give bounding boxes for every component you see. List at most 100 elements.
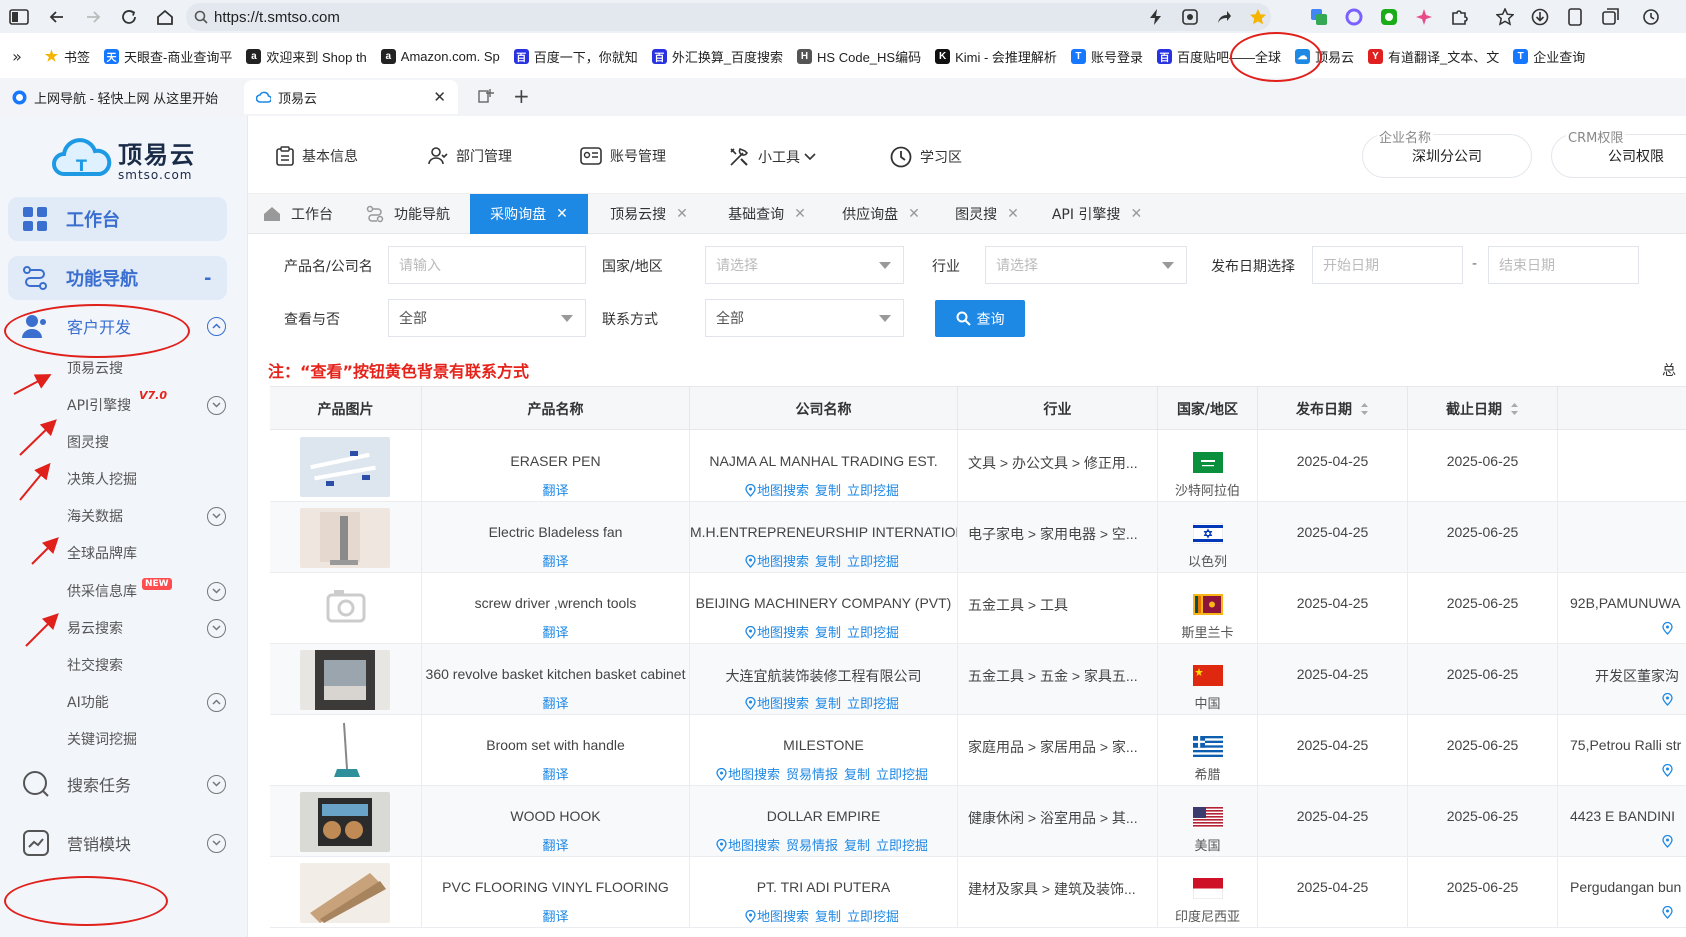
copy-link[interactable]: 复制 [815, 697, 841, 712]
browser-tab-smtso[interactable]: 顶易云 ✕ [244, 80, 458, 114]
crm-permission-box[interactable]: CRM权限 公司权限 [1551, 127, 1686, 178]
workbench-button[interactable]: 工作台 [8, 197, 227, 241]
bookmark-item[interactable]: 百外汇换算_百度搜索 [651, 44, 783, 68]
mine-link[interactable]: 立即挖掘 [847, 910, 899, 925]
page-tab[interactable]: 图灵搜 ✕ [938, 194, 1036, 234]
puzzle-icon[interactable] [1447, 5, 1471, 29]
close-icon[interactable]: ✕ [1007, 206, 1019, 222]
mine-link[interactable]: 立即挖掘 [847, 697, 899, 712]
section-customer-dev[interactable]: 客户开发 [0, 306, 248, 346]
chat-ext-icon[interactable] [1377, 5, 1401, 29]
product-image[interactable] [300, 792, 390, 852]
browser-tab-nav[interactable]: 上网导航 - 轻快上网 从这里开始 [0, 80, 242, 114]
tabs-icon[interactable] [1599, 5, 1623, 29]
column-header[interactable]: 截止日期 [1408, 387, 1558, 431]
industry-select[interactable]: 请选择 [985, 246, 1187, 284]
share-icon[interactable] [1212, 5, 1236, 29]
sidebar-item[interactable]: 关键词挖掘 [0, 724, 248, 754]
map-search-link[interactable]: 地图搜索 [757, 484, 809, 499]
history-icon[interactable] [1640, 5, 1664, 29]
split-view-icon[interactable] [478, 88, 494, 104]
product-image[interactable] [300, 863, 390, 923]
topnav-tools[interactable]: 小工具 [728, 146, 816, 168]
query-button[interactable]: 查询 [935, 300, 1025, 337]
collapse-toggle[interactable]: - [204, 268, 211, 289]
sidebar-item-search-tasks[interactable]: 搜索任务 [0, 764, 248, 804]
location-pin-icon[interactable] [1662, 622, 1673, 635]
translate-link[interactable]: 翻译 [542, 910, 568, 925]
location-pin-icon[interactable] [1662, 693, 1673, 706]
bookmark-item[interactable]: Y 有道翻译_文本、文 [1367, 44, 1499, 68]
translate-ext-icon[interactable] [1307, 5, 1331, 29]
location-pin-icon[interactable] [1662, 835, 1673, 848]
bookmark-item[interactable]: ☁ 顶易云 [1294, 44, 1354, 68]
translate-link[interactable]: 翻译 [542, 555, 568, 570]
sidebar-item[interactable]: AI功能 [0, 687, 248, 717]
country-select[interactable]: 请选择 [705, 246, 904, 284]
bookmark-item[interactable]: T 企业查询 [1513, 44, 1585, 68]
location-pin-icon[interactable] [1662, 764, 1673, 777]
bookmark-item[interactable]: ★ 书签 [44, 44, 90, 68]
copy-link[interactable]: 复制 [815, 555, 841, 570]
map-search-link[interactable]: 地图搜索 [757, 697, 809, 712]
translate-link[interactable]: 翻译 [542, 697, 568, 712]
copy-link[interactable]: 复制 [815, 626, 841, 641]
sidebar-toggle-icon[interactable] [2, 0, 36, 33]
favorites-icon[interactable] [1493, 5, 1517, 29]
sidebar-item-marketing[interactable]: 营销模块 [0, 823, 248, 863]
copy-link[interactable]: 复制 [844, 768, 870, 783]
product-image[interactable] [300, 650, 390, 710]
bookmark-item[interactable]: 天天眼查-商业查询平 [104, 44, 232, 68]
topnav-account[interactable]: 账号管理 [580, 146, 666, 166]
mine-link[interactable]: 立即挖掘 [847, 484, 899, 499]
topnav-learning[interactable]: 学习区 [890, 146, 962, 168]
logo[interactable]: T 顶易云 smtso.com [52, 134, 196, 182]
chevron-down-icon[interactable] [207, 395, 226, 415]
lightning-icon[interactable] [1144, 5, 1168, 29]
mine-link[interactable]: 立即挖掘 [876, 839, 928, 854]
bookmark-item[interactable]: K Kimi - 会推理解析 [935, 44, 1057, 68]
home-icon[interactable] [148, 0, 182, 33]
bookmark-item[interactable]: 百百度贴吧——全球 [1156, 44, 1281, 68]
copilot-ext-icon[interactable] [1342, 5, 1366, 29]
translate-link[interactable]: 翻译 [542, 484, 568, 499]
start-date-input[interactable]: 开始日期 [1312, 246, 1463, 284]
close-icon[interactable]: ✕ [676, 206, 688, 222]
phone-icon[interactable] [1563, 5, 1587, 29]
column-header[interactable]: 发布日期 [1258, 387, 1408, 431]
trade-intel-link[interactable]: 贸易情报 [786, 768, 838, 783]
nav-button[interactable]: 功能导航 - [8, 256, 227, 300]
trade-intel-link[interactable]: 贸易情报 [786, 839, 838, 854]
address-bar[interactable]: https://t.smtso.com [186, 3, 1271, 31]
mine-link[interactable]: 立即挖掘 [847, 626, 899, 641]
map-search-link[interactable]: 地图搜索 [757, 626, 809, 641]
page-tab[interactable]: 供应询盘 ✕ [824, 194, 938, 234]
page-tab[interactable]: 基础查询 ✕ [710, 194, 824, 234]
page-tab[interactable]: 工作台 [248, 194, 348, 234]
chevron-up-icon[interactable] [207, 316, 226, 336]
topnav-basic-info[interactable]: 基本信息 [276, 146, 358, 166]
page-tab[interactable]: API 引擎搜 ✕ [1036, 194, 1158, 234]
chevron-down-icon[interactable] [207, 506, 226, 526]
close-icon[interactable]: ✕ [556, 206, 568, 222]
topnav-department[interactable]: 部门管理 [428, 146, 512, 166]
bookmark-item[interactable]: T 账号登录 [1070, 44, 1143, 68]
map-search-link[interactable]: 地图搜索 [728, 768, 780, 783]
translate-link[interactable]: 翻译 [542, 768, 568, 783]
product-image[interactable] [300, 437, 390, 497]
map-search-link[interactable]: 地图搜索 [757, 910, 809, 925]
copy-link[interactable]: 复制 [815, 484, 841, 499]
location-pin-icon[interactable] [1662, 906, 1673, 919]
mine-link[interactable]: 立即挖掘 [847, 555, 899, 570]
product-image[interactable] [300, 579, 390, 639]
close-icon[interactable]: ✕ [908, 206, 920, 222]
page-tab[interactable]: 采购询盘 ✕ [470, 194, 588, 234]
viewed-select[interactable]: 全部 [388, 299, 586, 337]
contact-select[interactable]: 全部 [705, 299, 904, 337]
chevron-down-icon[interactable] [207, 833, 226, 853]
copy-link[interactable]: 复制 [844, 839, 870, 854]
product-input[interactable]: 请输入 [388, 246, 586, 284]
bookmark-item[interactable]: 百百度一下，你就知 [513, 44, 638, 68]
chevron-down-icon[interactable] [207, 774, 226, 794]
star-icon[interactable] [1246, 5, 1270, 29]
